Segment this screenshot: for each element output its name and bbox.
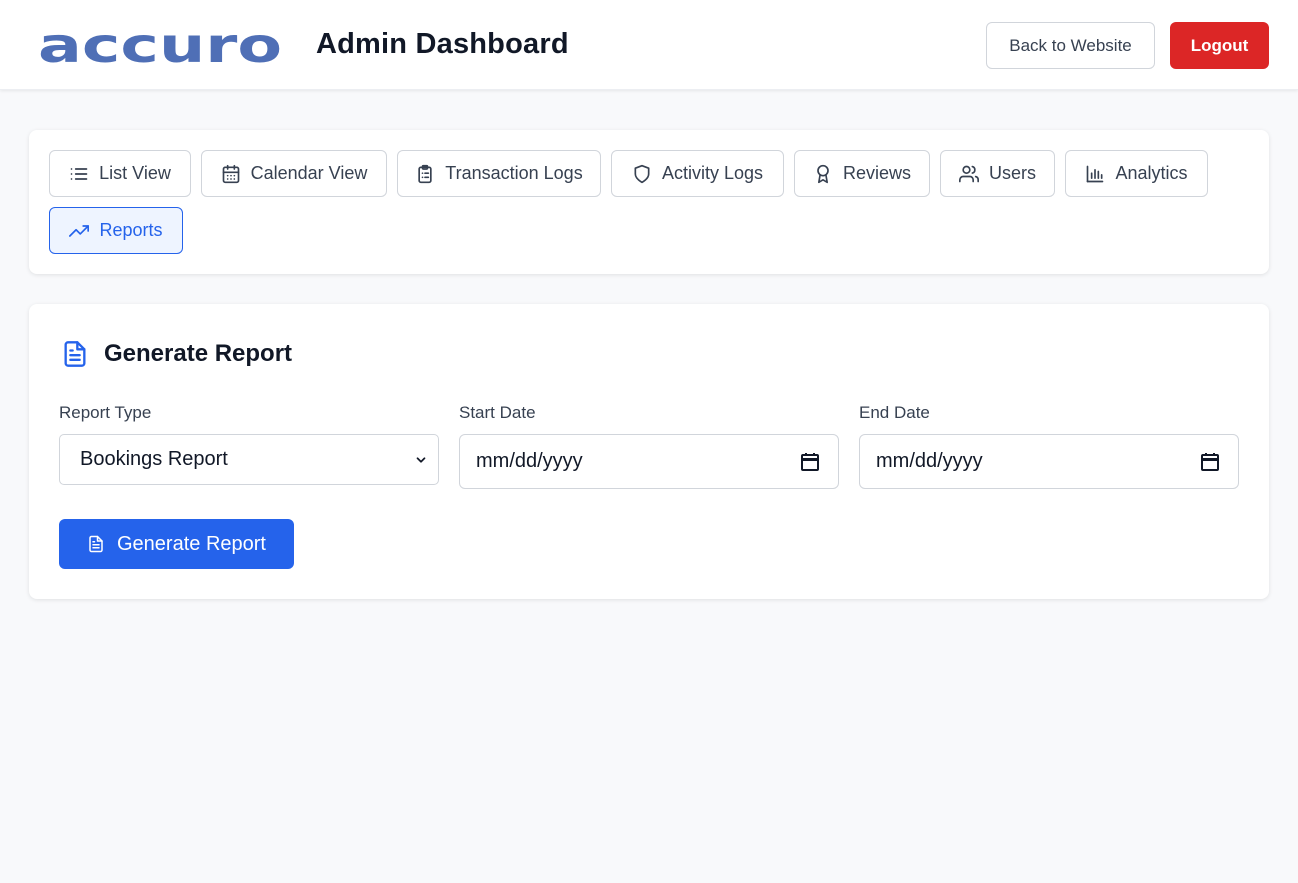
tab-users[interactable]: Users	[940, 150, 1055, 197]
generate-report-button[interactable]: Generate Report	[59, 519, 294, 569]
tab-label: Activity Logs	[661, 163, 764, 183]
chevron-down-icon	[416, 457, 426, 463]
end-date-input[interactable]: mm/dd/yyyy	[859, 434, 1239, 489]
tab-analytics[interactable]: Analytics	[1065, 150, 1208, 197]
generate-report-card: Generate Report Report Type Start Date E…	[29, 304, 1269, 599]
calendar-picker-icon[interactable]	[800, 452, 820, 472]
users-icon	[958, 165, 979, 182]
tab-label: Reports	[99, 220, 163, 240]
start-date-input[interactable]: mm/dd/yyyy	[459, 434, 839, 489]
tab-activity-logs[interactable]: Activity Logs	[611, 150, 784, 197]
page-title: Admin Dashboard	[316, 28, 569, 60]
calendar-picker-icon[interactable]	[1200, 452, 1220, 472]
list-icon	[70, 167, 88, 180]
tab-bar: List View Calendar View Transaction Logs…	[29, 130, 1269, 274]
report-section-title: Generate Report	[104, 340, 293, 367]
clipboard-list-icon	[418, 164, 432, 183]
report-type-label: Report Type	[59, 403, 152, 422]
award-icon	[817, 164, 829, 183]
tab-reviews[interactable]: Reviews	[794, 150, 930, 197]
trending-up-icon	[69, 224, 90, 237]
tab-label: List View	[99, 163, 171, 183]
file-text-icon	[89, 535, 103, 553]
tab-label: Transaction Logs	[445, 163, 583, 183]
logout-button[interactable]: Logout	[1170, 22, 1269, 69]
bar-chart-icon	[1087, 165, 1104, 182]
report-type-value: Bookings Report	[80, 448, 228, 470]
end-date-label: End Date	[859, 403, 930, 422]
tab-list-view[interactable]: List View	[49, 150, 191, 197]
tab-reports[interactable]: Reports	[49, 207, 183, 254]
start-date-label: Start Date	[459, 403, 536, 422]
top-header: accuro accuro Admin Dashboard Back to We…	[0, 0, 1298, 90]
accuro-logo[interactable]: accuro accuro	[38, 24, 284, 68]
file-text-icon	[64, 341, 86, 367]
tab-label: Calendar View	[250, 163, 368, 183]
svg-text:accuro: accuro	[38, 24, 282, 68]
generate-report-label: Generate Report	[117, 532, 266, 555]
tab-label: Users	[988, 163, 1036, 183]
calendar-icon	[222, 164, 239, 183]
back-to-website-button[interactable]: Back to Website	[986, 22, 1155, 69]
shield-icon	[634, 164, 650, 183]
tab-label: Reviews	[842, 163, 912, 183]
tab-label: Analytics	[1115, 163, 1188, 183]
report-type-select[interactable]: Bookings Report	[59, 434, 439, 485]
tab-transaction-logs[interactable]: Transaction Logs	[397, 150, 601, 197]
tab-calendar-view[interactable]: Calendar View	[201, 150, 387, 197]
start-date-placeholder: mm/dd/yyyy	[476, 450, 583, 472]
end-date-placeholder: mm/dd/yyyy	[876, 450, 983, 472]
